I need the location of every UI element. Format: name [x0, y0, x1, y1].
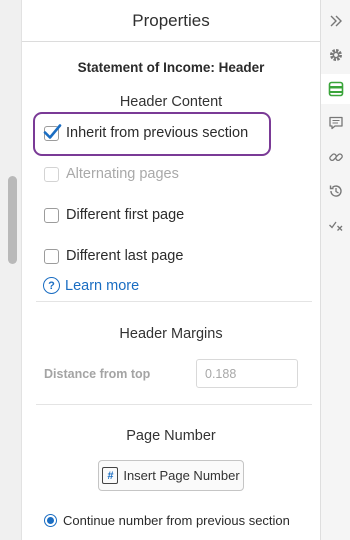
different-last-page-row[interactable]: Different last page: [44, 248, 183, 264]
review-button[interactable]: [321, 210, 350, 240]
section-title: Statement of Income: Header: [77, 60, 265, 75]
gear-icon: [330, 49, 342, 61]
history-icon: [329, 185, 342, 197]
history-button[interactable]: [321, 176, 350, 206]
panel-header: Properties: [22, 0, 320, 42]
learn-more-link[interactable]: ? Learn more: [43, 277, 139, 294]
links-button[interactable]: [321, 142, 350, 172]
continue-numbering-row[interactable]: Continue number from previous section: [44, 513, 290, 528]
inherit-checkbox-row[interactable]: Inherit from previous section: [43, 123, 249, 141]
different-last-page-label: Different last page: [66, 248, 184, 264]
page-number-title: Page Number: [126, 428, 216, 444]
comments-button[interactable]: [321, 108, 350, 138]
alternating-pages-checkbox: [44, 166, 59, 182]
different-first-page-row[interactable]: Different first page: [44, 207, 184, 223]
page-number-icon: #: [102, 467, 119, 484]
checkmark-icon: [43, 123, 62, 139]
header-margins-title: Header Margins: [119, 326, 223, 342]
properties-panel: Properties Statement of Income: Header H…: [22, 0, 320, 540]
different-first-page-checkbox[interactable]: [44, 207, 59, 223]
settings-button[interactable]: [321, 40, 350, 70]
distance-from-top-label: Distance from top: [44, 367, 151, 381]
header-content-title: Header Content: [119, 94, 223, 110]
help-icon: ?: [43, 277, 60, 294]
left-gutter: [0, 0, 22, 540]
learn-more-label[interactable]: Learn more: [65, 278, 139, 294]
header-footer-button[interactable]: [321, 74, 350, 104]
collapse-panel-button[interactable]: [321, 6, 350, 36]
insert-page-number-button[interactable]: # Insert Page Number: [98, 460, 244, 491]
distance-from-top-input[interactable]: 0.188: [196, 359, 298, 388]
insert-page-number-label: Insert Page Number: [123, 468, 240, 483]
different-last-page-checkbox[interactable]: [44, 248, 59, 264]
continue-numbering-radio[interactable]: [44, 514, 57, 527]
divider: [36, 404, 312, 405]
alternating-pages-row: Alternating pages: [44, 166, 179, 182]
different-first-page-label: Different first page: [66, 207, 185, 223]
link-icon: [329, 153, 343, 162]
panel-title: Properties: [132, 10, 210, 30]
continue-numbering-label: Continue number from previous section: [63, 513, 290, 528]
inherit-label: Inherit from previous section: [66, 125, 249, 141]
alternating-pages-label: Alternating pages: [66, 166, 179, 182]
comment-icon: [329, 116, 343, 130]
collapse-icon: [330, 15, 342, 27]
check-x-icon: [329, 221, 343, 231]
right-toolbar: [320, 0, 350, 540]
header-footer-icon: [328, 81, 344, 97]
divider: [36, 301, 312, 302]
radio-selected-dot: [47, 517, 54, 524]
inherit-checkbox[interactable]: [43, 123, 62, 141]
scrollbar-thumb[interactable]: [8, 176, 17, 264]
